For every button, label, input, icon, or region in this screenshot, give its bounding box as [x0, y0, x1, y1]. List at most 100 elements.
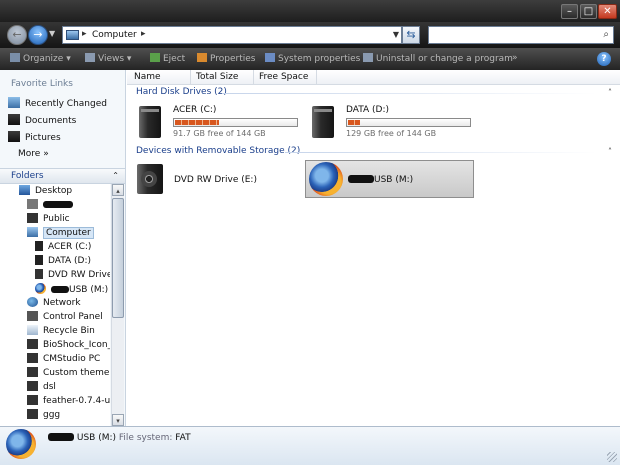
tree-item-user[interactable] [27, 199, 73, 212]
documents-icon [8, 114, 20, 125]
tree-item-public[interactable]: Public [27, 213, 70, 226]
recent-pages-dropdown[interactable]: ▼ [49, 29, 55, 38]
drive-name: ACER (C:) [173, 105, 217, 115]
tree-item-dvd[interactable]: DVD RW Drive [35, 269, 110, 282]
favorite-pictures[interactable]: Pictures [8, 131, 61, 145]
tree-item-usb[interactable]: USB (M:) [35, 283, 108, 296]
computer-icon [27, 227, 38, 237]
properties-button[interactable]: Properties [197, 53, 255, 64]
firefox-icon [35, 283, 46, 294]
column-divider[interactable] [190, 70, 191, 84]
organize-button[interactable]: Organize ▾ [10, 53, 71, 64]
breadcrumb-separator[interactable]: ▸ [141, 29, 146, 39]
column-divider[interactable] [316, 70, 317, 84]
drive-usage-bar [173, 118, 298, 127]
dvd-drive-icon[interactable] [137, 164, 163, 194]
tree-item-recycle-bin[interactable]: Recycle Bin [27, 325, 95, 338]
details-text: USB (M:) File system: FAT [48, 433, 191, 443]
tree-label: ggg [43, 410, 61, 420]
usb-drive-name: USB (M:) [374, 175, 414, 185]
folders-header[interactable]: Folders ⌃ [0, 168, 125, 184]
close-button[interactable]: ✕ [598, 4, 617, 19]
title-bar[interactable]: – □ ✕ [0, 0, 620, 22]
favorite-documents[interactable]: Documents [8, 114, 76, 128]
favorite-links-heading: Favorite Links [11, 79, 73, 89]
resize-grip[interactable] [607, 452, 617, 462]
tree-item-network[interactable]: Network [27, 297, 81, 310]
favorite-label: Documents [25, 116, 77, 126]
breadcrumb-computer[interactable]: Computer [92, 30, 137, 40]
desktop-icon [19, 185, 30, 195]
tree-item-folder[interactable]: feather-0.7.4-usb [27, 395, 110, 408]
tree-item-folder[interactable]: CMStudio PC [27, 353, 100, 366]
dvd-drive-icon [35, 269, 43, 279]
favorite-recently-changed[interactable]: Recently Changed [8, 97, 107, 111]
address-bar[interactable]: ▸ Computer ▸ ▼ [62, 26, 402, 44]
drive-acer-c[interactable]: ACER (C:) 91.7 GB free of 144 GB [139, 104, 304, 140]
tree-label: DATA (D:) [48, 256, 92, 266]
refresh-button[interactable]: ⇆ [402, 26, 420, 44]
tree-item-desktop[interactable]: Desktop [19, 185, 72, 198]
more-commands-button[interactable]: » [512, 53, 518, 63]
address-dropdown-icon[interactable]: ▼ [393, 30, 399, 39]
hdd-group-heading[interactable]: Hard Disk Drives (2) [136, 87, 227, 97]
collapse-hdd-icon[interactable]: ˄ [608, 88, 612, 97]
tree-item-folder[interactable]: ggg [27, 409, 60, 422]
tree-label: BioShock_Icon_F [43, 340, 110, 350]
tree-label: Desktop [35, 186, 73, 196]
favorite-label: Pictures [25, 133, 61, 143]
tree-item-folder[interactable]: BioShock_Icon_F [27, 339, 110, 352]
column-divider[interactable] [253, 70, 254, 84]
tree-label: Custom theme In [43, 368, 110, 378]
scroll-up-button[interactable]: ▴ [112, 184, 124, 196]
tree-item-control-panel[interactable]: Control Panel [27, 311, 103, 324]
favorites-more-link[interactable]: More » [18, 149, 49, 163]
column-name[interactable]: Name [134, 72, 161, 82]
forward-button[interactable]: → [28, 25, 48, 45]
scroll-down-button[interactable]: ▾ [112, 414, 124, 426]
maximize-button[interactable]: □ [580, 4, 597, 19]
group-divider [222, 93, 597, 94]
removable-group-heading[interactable]: Devices with Removable Storage (2) [136, 146, 300, 156]
collapse-folders-icon[interactable]: ⌃ [112, 171, 119, 180]
eject-button[interactable]: Eject [150, 53, 185, 64]
search-input[interactable]: ⌕ [428, 26, 614, 44]
folder-tree: Desktop Public Computer ACER (C:) DATA (… [0, 184, 110, 426]
drive-name: DATA (D:) [346, 105, 390, 115]
eject-label: Eject [163, 54, 186, 64]
column-free-space[interactable]: Free Space [259, 72, 308, 82]
column-total-size[interactable]: Total Size [196, 72, 238, 82]
collapse-removable-icon[interactable]: ˄ [608, 147, 612, 156]
hard-drive-icon [35, 255, 43, 265]
explorer-window: – □ ✕ ← → ▼ ▸ Computer ▸ ▼ ⇆ ⌕ Organize … [0, 0, 620, 465]
tree-item-folder[interactable]: dsl [27, 381, 56, 394]
uninstall-program-button[interactable]: Uninstall or change a program [363, 53, 513, 64]
tree-item-computer[interactable]: Computer [27, 227, 94, 240]
usb-drive-tile[interactable]: USB (M:) [305, 160, 474, 198]
redacted-usb-label [51, 286, 69, 293]
back-button[interactable]: ← [7, 25, 27, 45]
firefox-icon [6, 429, 36, 459]
drive-usage-fill [348, 120, 361, 125]
control-panel-icon [27, 311, 38, 321]
folder-tree-scrollbar[interactable]: ▴ ▾ [111, 184, 124, 426]
dvd-drive-label[interactable]: DVD RW Drive (E:) [174, 175, 257, 185]
chevron-down-icon: ▾ [66, 54, 71, 64]
views-button[interactable]: Views ▾ [85, 53, 131, 64]
tree-label: feather-0.7.4-usb [43, 396, 110, 406]
help-button[interactable]: ? [597, 52, 611, 66]
scroll-thumb[interactable] [112, 198, 124, 318]
minimize-button[interactable]: – [561, 4, 578, 19]
tree-item-data-d[interactable]: DATA (D:) [35, 255, 91, 268]
navigation-pane: Favorite Links Recently Changed Document… [0, 70, 126, 426]
tree-label: USB (M:) [69, 285, 109, 295]
drive-data-d[interactable]: DATA (D:) 129 GB free of 144 GB [312, 104, 477, 140]
breadcrumb-separator[interactable]: ▸ [82, 29, 87, 39]
tree-item-acer-c[interactable]: ACER (C:) [35, 241, 91, 254]
details-filesystem-value: FAT [175, 433, 191, 443]
tree-label: dsl [43, 382, 56, 392]
tree-item-folder[interactable]: Custom theme In [27, 367, 110, 380]
system-properties-button[interactable]: System properties [265, 53, 360, 64]
eject-icon [150, 53, 160, 62]
search-icon[interactable]: ⌕ [603, 29, 609, 40]
